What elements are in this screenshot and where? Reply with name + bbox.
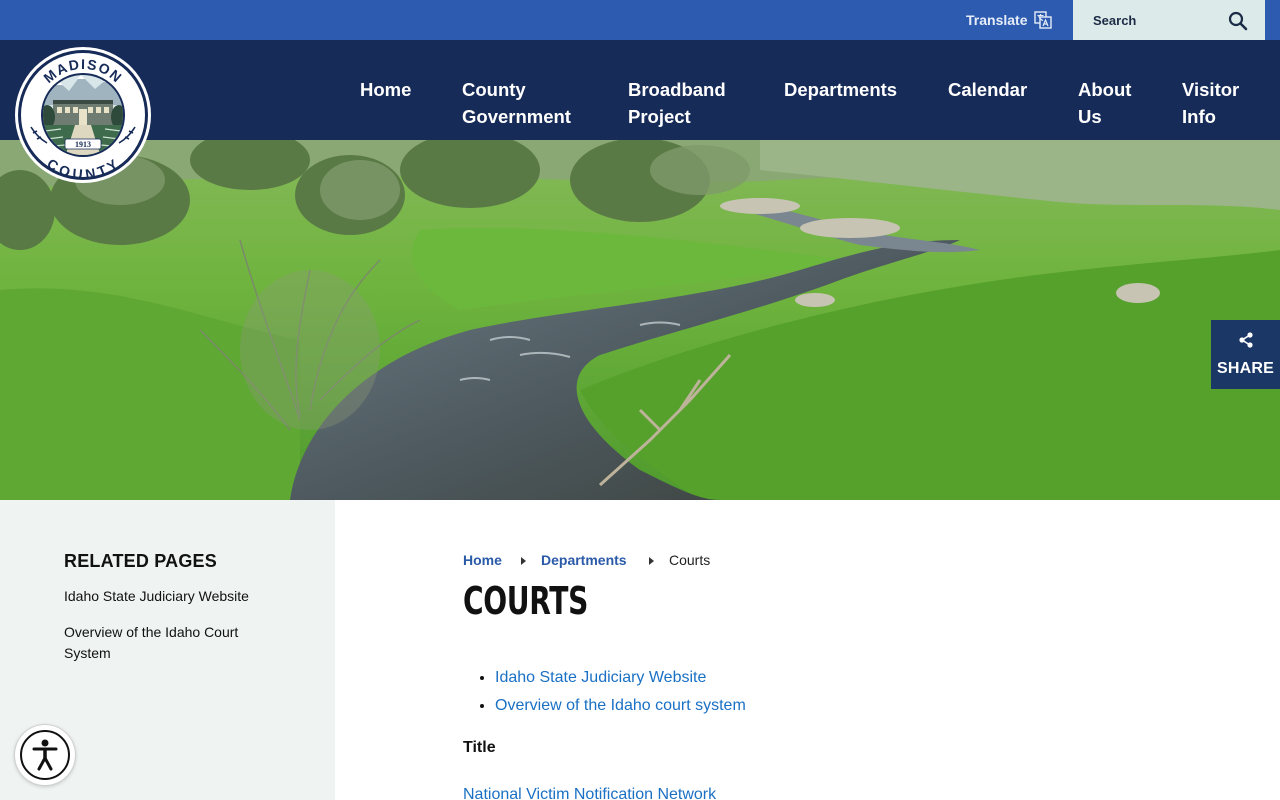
breadcrumb-departments[interactable]: Departments bbox=[541, 552, 627, 568]
court-links-list: Idaho State Judiciary Website Overview o… bbox=[495, 664, 746, 720]
main-header: Home County Government Broadband Project… bbox=[0, 40, 1280, 140]
nav-label: About bbox=[1078, 79, 1132, 100]
breadcrumb-home[interactable]: Home bbox=[463, 552, 502, 568]
link-court-system-overview[interactable]: Overview of the Idaho court system bbox=[495, 697, 746, 714]
nav-item-home[interactable]: Home bbox=[360, 76, 411, 103]
translate-button[interactable]: Translate bbox=[966, 10, 1053, 30]
share-button[interactable]: SHARE bbox=[1211, 320, 1280, 389]
related-link-court-overview[interactable]: Overview of the Idaho Court System bbox=[64, 622, 274, 664]
nav-item-departments[interactable]: Departments bbox=[784, 76, 897, 103]
breadcrumb-current: Courts bbox=[669, 552, 711, 568]
nav-label: Visitor bbox=[1182, 79, 1240, 100]
share-icon bbox=[1239, 332, 1253, 348]
nav-label: Departments bbox=[784, 79, 898, 100]
related-pages-heading: RELATED PAGES bbox=[64, 551, 217, 571]
nav-item-county-government[interactable]: County Government bbox=[462, 76, 571, 130]
translate-icon bbox=[1034, 11, 1053, 29]
county-seal-logo[interactable]: MADISON COUNTY 1913 bbox=[13, 45, 153, 185]
search-icon bbox=[1228, 11, 1248, 31]
hero-image-meadow-stream bbox=[0, 140, 1280, 500]
breadcrumb-separator-icon bbox=[649, 557, 654, 565]
accessibility-icon bbox=[20, 730, 70, 780]
translate-label: Translate bbox=[966, 12, 1028, 28]
search-button[interactable] bbox=[1227, 11, 1249, 33]
search-input[interactable] bbox=[1073, 0, 1223, 40]
nav-label-line2: Info bbox=[1182, 106, 1216, 127]
accessibility-button[interactable] bbox=[15, 725, 75, 785]
breadcrumb-separator-icon bbox=[521, 557, 526, 565]
nav-label: County bbox=[462, 79, 526, 100]
nav-item-visitor-info[interactable]: Visitor Info bbox=[1182, 76, 1239, 130]
link-victim-notification[interactable]: National Victim Notification Network bbox=[463, 786, 716, 800]
nav-label: Home bbox=[360, 79, 412, 100]
nav-item-calendar[interactable]: Calendar bbox=[948, 76, 1027, 103]
link-judiciary-website[interactable]: Idaho State Judiciary Website bbox=[495, 669, 706, 686]
nav-item-about-us[interactable]: About Us bbox=[1078, 76, 1131, 130]
nav-label-line2: Us bbox=[1078, 106, 1102, 127]
list-item: Overview of the Idaho court system bbox=[495, 692, 746, 720]
search-box bbox=[1073, 0, 1265, 40]
list-item: Idaho State Judiciary Website bbox=[495, 664, 746, 692]
nav-label: Broadband bbox=[628, 79, 726, 100]
nav-label: Calendar bbox=[948, 79, 1028, 100]
section-title: Title bbox=[463, 739, 496, 756]
svg-text:1913: 1913 bbox=[75, 140, 91, 149]
utility-bar: Translate bbox=[0, 0, 1280, 40]
nav-item-broadband-project[interactable]: Broadband Project bbox=[628, 76, 726, 130]
share-label: SHARE bbox=[1216, 360, 1274, 377]
nav-label-line2: Government bbox=[462, 106, 571, 127]
related-link-judiciary[interactable]: Idaho State Judiciary Website bbox=[64, 586, 274, 607]
page-title: COURTS bbox=[463, 579, 588, 623]
nav-label-line2: Project bbox=[628, 106, 691, 127]
